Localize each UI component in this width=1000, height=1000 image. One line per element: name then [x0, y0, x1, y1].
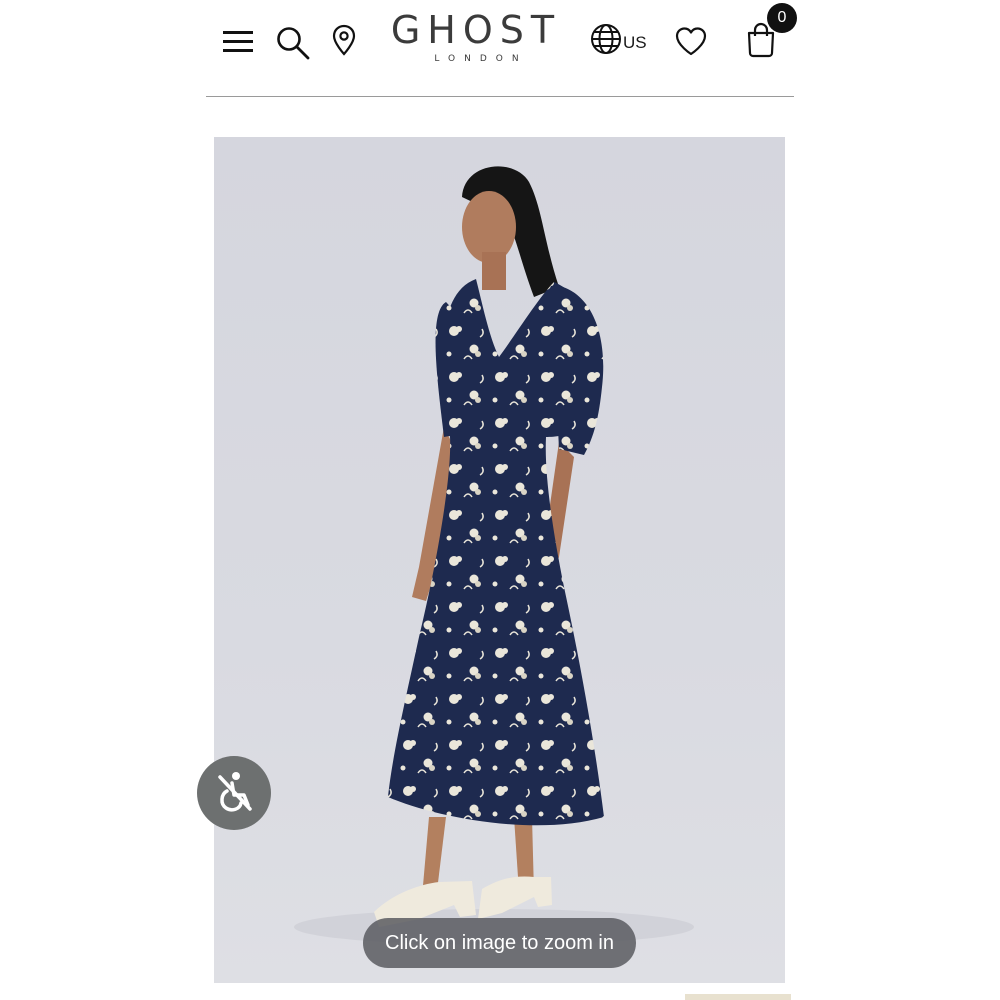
accessibility-button[interactable] [197, 756, 271, 830]
region-label: US [623, 33, 647, 52]
site-header: GHOST LONDON US 0 [0, 0, 1000, 98]
brand-name: GHOST [390, 8, 562, 52]
heart-icon[interactable] [672, 24, 710, 58]
zoom-hint-tooltip: Click on image to zoom in [363, 918, 636, 968]
location-icon[interactable] [329, 22, 359, 58]
thumbnail-strip[interactable] [685, 994, 791, 1000]
region-selector[interactable]: US [590, 23, 647, 60]
globe-icon [590, 23, 622, 60]
cart-count-badge: 0 [767, 3, 797, 33]
menu-icon[interactable] [218, 24, 258, 60]
brand-logo[interactable]: GHOST LONDON [380, 8, 572, 72]
brand-subtitle: LONDON [434, 54, 528, 64]
header-divider [206, 96, 794, 97]
product-image[interactable] [214, 137, 785, 983]
accessibility-icon [212, 769, 256, 818]
search-icon[interactable] [272, 22, 314, 64]
